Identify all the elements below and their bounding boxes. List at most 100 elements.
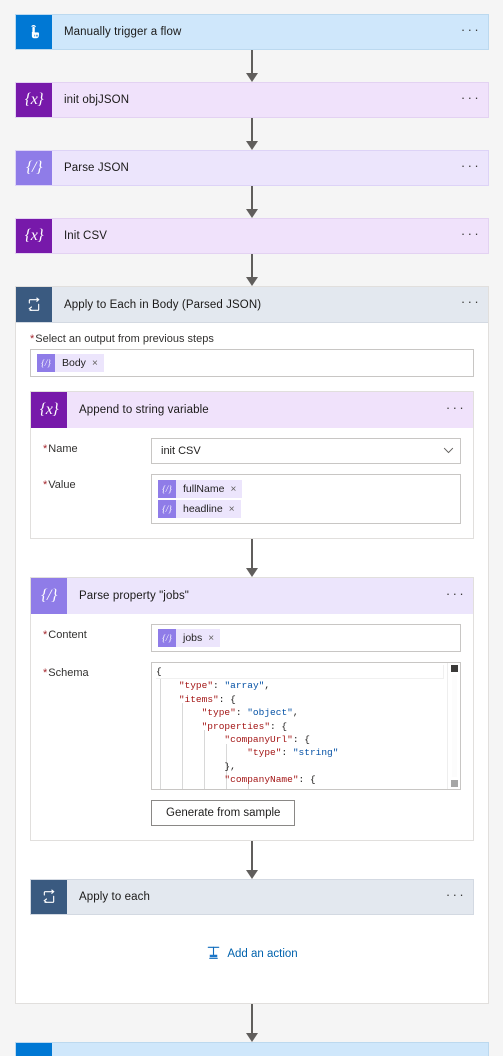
token-remove-icon[interactable]: × <box>208 633 220 644</box>
scope-menu-button[interactable]: ··· <box>454 287 488 322</box>
connector-arrow <box>30 539 474 577</box>
scroll-down-arrow[interactable] <box>451 780 458 787</box>
flow-step-parse-json[interactable]: {/} Parse JSON ··· <box>15 150 489 186</box>
apply-to-each-icon <box>16 287 52 322</box>
schema-code-editor[interactable]: { "type": "array", "items": { "type": "o… <box>151 662 461 790</box>
token-chip-body[interactable]: {/} Body × <box>37 354 104 372</box>
flow-step-init-objjson[interactable]: {x} init objJSON ··· <box>15 82 489 118</box>
token-chip-jobs[interactable]: {/} jobs × <box>158 629 221 647</box>
value-input[interactable]: {/} fullName × {/} headline × <box>151 474 461 524</box>
name-dropdown[interactable]: init CSV <box>151 438 461 464</box>
field-row-schema: *Schema {"type": "array", "items": {"t… <box>43 662 461 790</box>
flow-step-init-csv[interactable]: {x} Init CSV ··· <box>15 218 489 254</box>
required-asterisk: * <box>43 629 48 641</box>
nested-action-apply-to-each[interactable]: Apply to each ··· <box>30 879 474 915</box>
field-row-content: *Content {/} jobs × <box>43 624 461 652</box>
scrollbar-track[interactable] <box>452 675 457 777</box>
variable-icon-glyph: {x} <box>24 91 44 108</box>
field-label-name: *Name <box>43 443 78 455</box>
field-label-value: *Value <box>43 479 76 491</box>
step-title: Manually trigger a flow <box>64 26 182 38</box>
step-menu-button[interactable]: ··· <box>454 219 488 253</box>
token-remove-icon[interactable]: × <box>229 504 241 515</box>
add-action-label: Add an action <box>227 948 298 960</box>
flow-step-manually-trigger-a-flow[interactable]: Manually trigger a flow ··· <box>15 14 489 50</box>
scope-apply-to-each-in-body: Apply to Each in Body (Parsed JSON) ··· … <box>15 286 489 1004</box>
required-asterisk: * <box>43 667 48 679</box>
schema-code-text: { "type": "array", "items": { "type": "o… <box>152 663 460 789</box>
manual-trigger-icon <box>16 15 52 49</box>
step-title: init objJSON <box>64 94 130 106</box>
variable-icon-glyph: {x} <box>39 401 59 418</box>
field-row-value: *Value {/} fullName × {/} headline × <box>43 474 461 524</box>
step-menu-button[interactable] <box>454 1043 488 1056</box>
action-menu-button[interactable]: ··· <box>439 880 473 914</box>
token-label: headline <box>183 503 223 515</box>
field-label-content: *Content <box>43 629 87 641</box>
variable-braces-icon: {x} <box>31 392 67 428</box>
field-row-name: *Name init CSV <box>43 438 461 464</box>
trigger-icon <box>16 1043 52 1056</box>
connector-arrow <box>30 841 474 879</box>
connector-arrow <box>15 186 489 218</box>
variable-braces-icon: {x} <box>16 219 52 253</box>
token-chip-fullname[interactable]: {/} fullName × <box>158 480 243 498</box>
generate-from-sample-button[interactable]: Generate from sample <box>151 800 296 826</box>
step-menu-button[interactable]: ··· <box>454 151 488 185</box>
variable-icon-glyph: {x} <box>24 227 44 244</box>
token-remove-icon[interactable]: × <box>92 358 104 369</box>
parse-json-icon: {/} <box>16 151 52 185</box>
action-title: Parse property "jobs" <box>79 590 189 602</box>
variable-braces-icon: {x} <box>16 83 52 117</box>
add-an-action-button[interactable]: Add an action <box>30 915 474 989</box>
parse-json-icon-glyph: {/} <box>26 159 42 176</box>
token-expression-icon: {/} <box>158 629 176 647</box>
token-label: jobs <box>183 632 203 644</box>
action-title: Apply to each <box>79 891 150 903</box>
connector-arrow <box>15 1004 489 1042</box>
token-label: Body <box>62 357 86 369</box>
connector-arrow <box>15 118 489 150</box>
connector-arrow <box>15 50 489 82</box>
action-menu-button[interactable]: ··· <box>439 392 473 428</box>
connector-arrow <box>15 254 489 286</box>
scope-header[interactable]: Apply to Each in Body (Parsed JSON) ··· <box>16 287 488 323</box>
add-action-icon <box>206 945 221 963</box>
scope-body: *Select an output from previous steps {/… <box>16 323 488 1003</box>
content-input[interactable]: {/} jobs × <box>151 624 461 652</box>
required-asterisk: * <box>43 479 48 491</box>
action-menu-button[interactable]: ··· <box>439 578 473 614</box>
parse-json-icon: {/} <box>31 578 67 614</box>
flow-step-next[interactable] <box>15 1042 489 1056</box>
token-expression-icon: {/} <box>37 354 55 372</box>
field-label-schema: *Schema <box>43 667 89 679</box>
apply-to-each-icon <box>31 880 67 914</box>
action-header[interactable]: {/} Parse property "jobs" ··· <box>31 578 473 614</box>
token-label: fullName <box>183 483 225 495</box>
chevron-down-icon[interactable] <box>443 446 454 457</box>
step-title <box>52 1043 454 1056</box>
select-output-input[interactable]: {/} Body × <box>30 349 474 377</box>
token-expression-icon: {/} <box>158 480 176 498</box>
required-asterisk: * <box>30 333 35 345</box>
next-step-clipped <box>15 1042 489 1056</box>
select-output-label: *Select an output from previous steps <box>30 333 214 345</box>
required-asterisk: * <box>43 443 48 455</box>
action-title: Append to string variable <box>79 404 209 416</box>
step-menu-button[interactable]: ··· <box>454 83 488 117</box>
token-expression-icon: {/} <box>158 500 176 518</box>
name-dropdown-value: init CSV <box>161 445 201 457</box>
scope-title: Apply to Each in Body (Parsed JSON) <box>64 298 262 311</box>
token-chip-headline[interactable]: {/} headline × <box>158 500 241 518</box>
step-menu-button[interactable]: ··· <box>454 15 488 49</box>
step-title: Parse JSON <box>64 162 129 174</box>
action-body: *Name init CSV *Value {/} fullName × {/}… <box>31 428 473 538</box>
flow-canvas: Manually trigger a flow ··· {x} init obj… <box>15 14 489 1056</box>
step-title: Init CSV <box>64 230 107 242</box>
action-body: *Content {/} jobs × *Schema {"type": "a… <box>31 614 473 840</box>
schema-scrollbar[interactable] <box>447 663 460 789</box>
nested-action-append-to-string-variable: {x} Append to string variable ··· *Name … <box>30 391 474 539</box>
action-header[interactable]: {x} Append to string variable ··· <box>31 392 473 428</box>
scroll-up-arrow[interactable] <box>451 665 458 672</box>
token-remove-icon[interactable]: × <box>230 484 242 495</box>
